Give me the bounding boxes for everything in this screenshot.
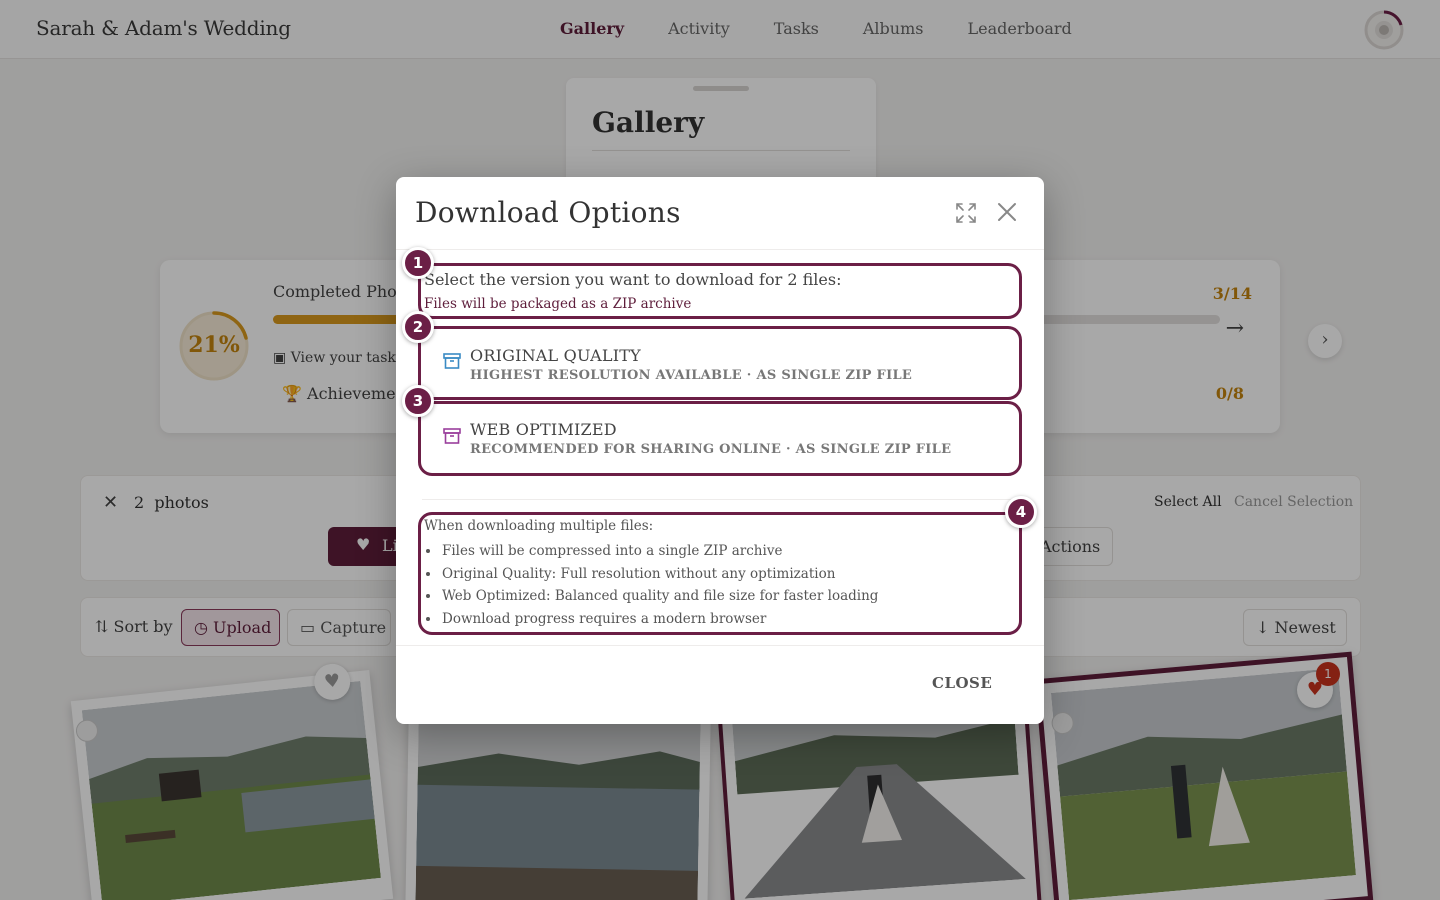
download-options-dialog: Download Options Select the version you … — [396, 177, 1044, 724]
marker-badge: 4 — [1005, 496, 1037, 528]
marker-badge: 3 — [402, 385, 434, 417]
close-button[interactable]: CLOSE — [932, 674, 992, 692]
divider — [422, 499, 1018, 500]
divider — [396, 249, 1044, 250]
highlight-box — [418, 401, 1022, 476]
marker-badge: 1 — [402, 247, 434, 279]
highlight-box — [418, 263, 1022, 319]
dialog-title: Download Options — [415, 196, 681, 229]
expand-icon[interactable] — [954, 201, 978, 225]
close-icon[interactable] — [996, 201, 1018, 223]
marker-badge: 2 — [402, 311, 434, 343]
highlight-box — [418, 326, 1022, 400]
highlight-box — [418, 512, 1022, 635]
divider — [396, 645, 1044, 646]
